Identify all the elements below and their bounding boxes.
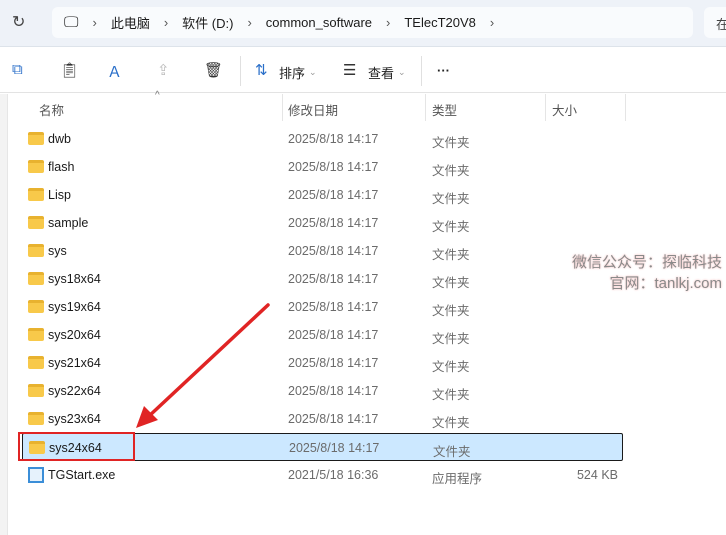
annotation-arrow	[136, 303, 270, 428]
